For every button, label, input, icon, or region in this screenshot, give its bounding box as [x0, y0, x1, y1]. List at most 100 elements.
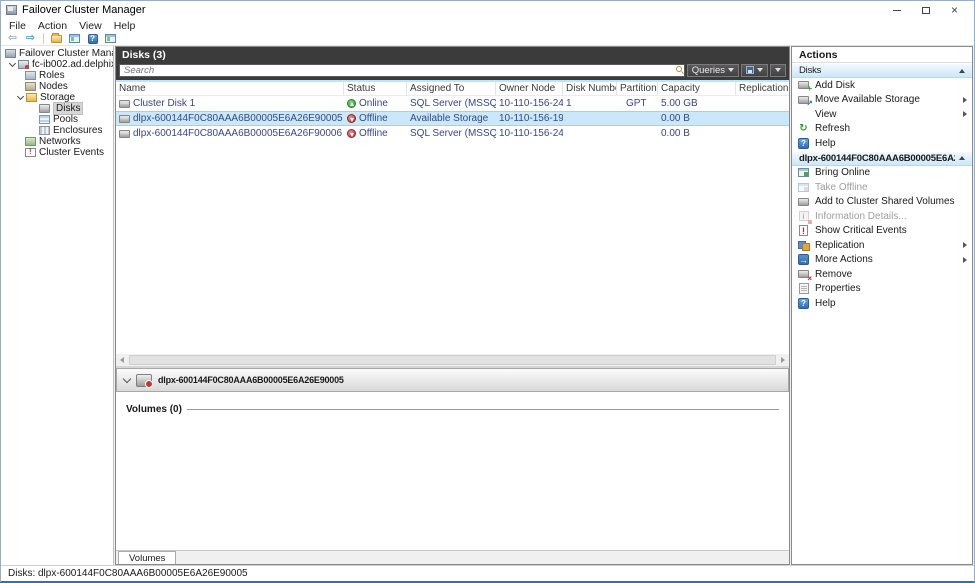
- action-item-information-details: i Information Details...: [792, 209, 972, 224]
- action-item-show-critical-events[interactable]: ! Show Critical Events: [792, 224, 972, 239]
- menu-action[interactable]: Action: [32, 20, 73, 32]
- main-area: Failover Cluster Manager fc-ib002.ad.del…: [1, 46, 974, 565]
- titlebar: Failover Cluster Manager ×: [1, 1, 974, 19]
- actions-pane-title: Actions: [792, 47, 972, 63]
- save-query-dropdown[interactable]: [741, 64, 768, 77]
- actions-pane: Actions Disks + Add Disk ↗ Move Availabl…: [791, 46, 973, 565]
- add-disk-icon: +: [797, 80, 810, 91]
- action-item-help[interactable]: ? Help: [792, 136, 972, 151]
- scrollbar-thumb[interactable]: [129, 355, 776, 365]
- column-header-name[interactable]: Name: [116, 82, 344, 95]
- forward-button[interactable]: ⇨: [23, 33, 38, 45]
- column-header-partition-style[interactable]: Partition Style: [617, 82, 658, 95]
- failover-cluster-manager-window: Failover Cluster Manager × File Action V…: [0, 0, 975, 583]
- column-header-owner-node[interactable]: Owner Node: [496, 82, 563, 95]
- up-one-level-icon: [51, 35, 62, 43]
- action-item-more-actions[interactable]: → More Actions: [792, 253, 972, 268]
- list-header-row: Name Status Assigned To Owner Node Disk …: [116, 82, 789, 96]
- help-toolbar-button[interactable]: ?: [85, 33, 100, 45]
- queries-dropdown[interactable]: Queries: [687, 64, 739, 77]
- back-icon: ⇦: [8, 33, 17, 44]
- collapse-chevron-icon[interactable]: [123, 374, 131, 382]
- help-icon: ?: [797, 138, 810, 149]
- app-icon: [6, 5, 17, 15]
- move-storage-icon: ↗: [797, 94, 810, 105]
- search-input[interactable]: [119, 64, 685, 77]
- tree-item-nodes[interactable]: Nodes: [1, 81, 113, 92]
- column-header-disk-number[interactable]: Disk Number: [563, 82, 617, 95]
- expand-search-options-button[interactable]: [770, 64, 786, 77]
- cluster-events-icon: [25, 148, 36, 157]
- maximize-button[interactable]: [911, 2, 940, 19]
- table-row[interactable]: Cluster Disk 1 Online SQL Server (MSSQLS…: [116, 96, 789, 111]
- tree-item-disks[interactable]: Disks: [1, 103, 113, 114]
- menu-view[interactable]: View: [73, 20, 108, 32]
- action-item-view[interactable]: View: [792, 107, 972, 122]
- forward-icon: ⇨: [26, 33, 35, 44]
- roles-icon: [25, 71, 36, 80]
- maximize-icon: [922, 7, 930, 14]
- close-button[interactable]: ×: [940, 2, 969, 19]
- action-item-replication[interactable]: Replication: [792, 238, 972, 253]
- cluster-shared-volume-icon: [797, 196, 810, 207]
- close-icon: ×: [951, 4, 958, 16]
- show-action-pane-button[interactable]: [103, 33, 118, 45]
- critical-events-icon: !: [797, 225, 810, 236]
- search-box: [119, 64, 685, 77]
- status-bar: Disks: dlpx-600144F0C80AAA6B00005E6A26E9…: [1, 565, 974, 581]
- tree-item-cluster[interactable]: fc-ib002.ad.delphix.com: [1, 59, 113, 70]
- column-header-capacity[interactable]: Capacity: [658, 82, 736, 95]
- action-item-refresh[interactable]: ↻ Refresh: [792, 122, 972, 137]
- action-item-remove[interactable]: × Remove: [792, 267, 972, 282]
- column-header-status[interactable]: Status: [344, 82, 407, 95]
- tab-volumes[interactable]: Volumes: [118, 551, 176, 564]
- tree-item-root[interactable]: Failover Cluster Manager: [1, 48, 113, 59]
- column-header-replication-role[interactable]: Replication Role: [736, 82, 789, 95]
- scroll-right-button[interactable]: [777, 354, 789, 366]
- show-console-tree-icon: [69, 34, 80, 43]
- disk-icon: [119, 115, 130, 123]
- table-row[interactable]: dlpx-600144F0C80AAA6B00005E6A26F90006 Of…: [116, 126, 789, 141]
- replication-icon: [797, 240, 810, 251]
- show-console-tree-button[interactable]: [67, 33, 82, 45]
- submenu-arrow-icon: [963, 257, 967, 263]
- action-item-add-to-csv[interactable]: Add to Cluster Shared Volumes: [792, 195, 972, 210]
- disk-detail-body: Volumes (0): [116, 392, 789, 550]
- action-item-add-disk[interactable]: + Add Disk: [792, 78, 972, 93]
- networks-icon: [25, 137, 36, 146]
- tree-item-networks[interactable]: Networks: [1, 136, 113, 147]
- tree-item-cluster-events[interactable]: Cluster Events: [1, 147, 113, 158]
- action-item-help[interactable]: ? Help: [792, 296, 972, 311]
- action-item-properties[interactable]: Properties: [792, 282, 972, 297]
- console-tree: Failover Cluster Manager fc-ib002.ad.del…: [1, 46, 114, 565]
- menu-help[interactable]: Help: [108, 20, 142, 32]
- table-row-selected[interactable]: dlpx-600144F0C80AAA6B00005E6A26E90005 Of…: [116, 111, 789, 126]
- actions-group-disks-header[interactable]: Disks: [792, 63, 972, 78]
- actions-group-disk-header[interactable]: dlpx-600144F0C80AAA6B00005E6A26E90005: [792, 151, 972, 166]
- menubar: File Action View Help: [1, 19, 974, 32]
- column-header-assigned-to[interactable]: Assigned To: [407, 82, 496, 95]
- disk-icon: [119, 100, 130, 108]
- tree-item-roles[interactable]: Roles: [1, 70, 113, 81]
- action-item-move-available-storage[interactable]: ↗ Move Available Storage: [792, 93, 972, 108]
- scroll-left-button[interactable]: [116, 354, 128, 366]
- chevron-down-icon: [757, 68, 763, 72]
- information-details-icon: i: [797, 211, 810, 222]
- expand-chevron-icon[interactable]: [9, 60, 16, 67]
- action-item-bring-online[interactable]: Bring Online: [792, 166, 972, 181]
- help-icon: ?: [88, 34, 98, 44]
- menu-file[interactable]: File: [3, 20, 32, 32]
- disks-panel: Disks (3) Queries: [115, 46, 790, 565]
- collapse-icon: [959, 69, 965, 73]
- up-one-level-button[interactable]: [49, 33, 64, 45]
- disk-detail-header[interactable]: dlpx-600144F0C80AAA6B00005E6A26E90005: [116, 368, 789, 392]
- chevron-left-icon: [120, 357, 124, 363]
- minimize-button[interactable]: [882, 2, 911, 19]
- tree-item-enclosures[interactable]: Enclosures: [1, 125, 113, 136]
- expand-chevron-icon[interactable]: [17, 93, 24, 100]
- horizontal-scrollbar[interactable]: [116, 354, 789, 366]
- back-button[interactable]: ⇦: [5, 33, 20, 45]
- action-item-take-offline: Take Offline: [792, 180, 972, 195]
- tree-item-pools[interactable]: Pools: [1, 114, 113, 125]
- disk-icon: [119, 130, 130, 138]
